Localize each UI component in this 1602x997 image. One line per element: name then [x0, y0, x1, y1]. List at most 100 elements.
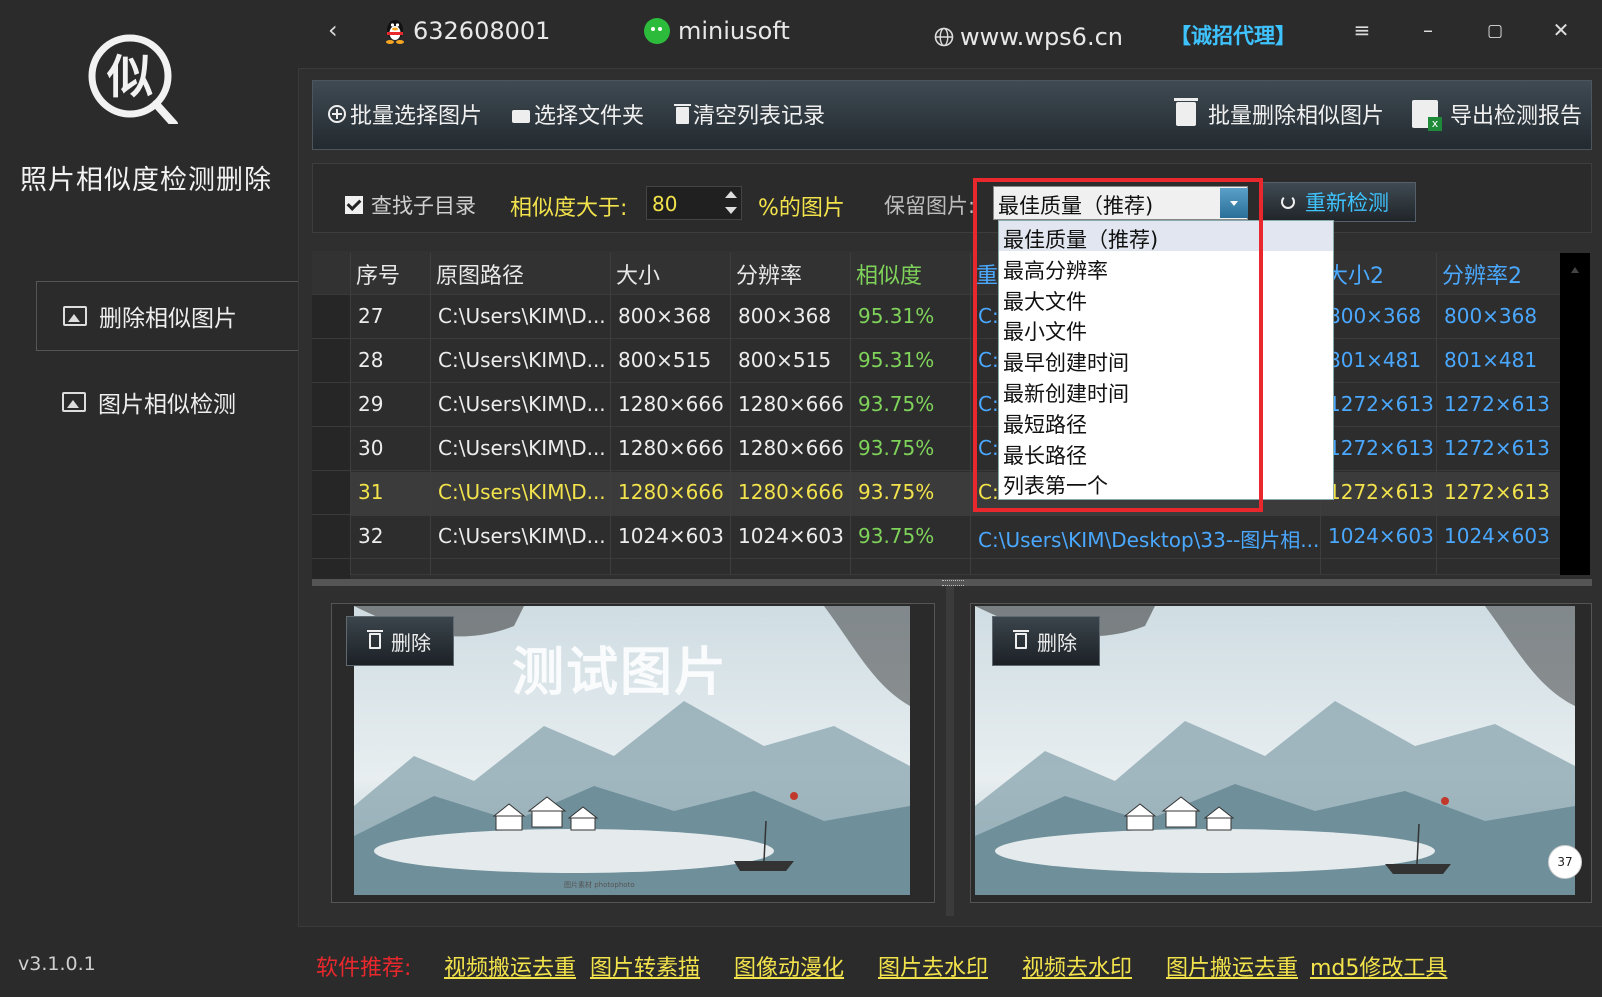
batch-select-images-button[interactable]: 批量选择图片	[328, 98, 482, 130]
cell-resolution2: 1024×603	[1444, 524, 1550, 548]
link-video-dedupe[interactable]: 视频搬运去重	[444, 950, 576, 982]
cell-resolution2: 1272×613	[1444, 480, 1550, 504]
recommend-label: 软件推荐:	[316, 956, 412, 981]
clear-list-button[interactable]: 清空列表记录	[674, 98, 826, 130]
recheck-button[interactable]: 重新检测	[1262, 182, 1416, 222]
cell-index: 28	[358, 348, 384, 372]
wechat-contact[interactable]: miniusoft	[644, 17, 790, 45]
col-divider	[430, 253, 431, 575]
cell-size: 1280×666	[618, 436, 724, 460]
similarity-value[interactable]: 80	[652, 192, 677, 216]
version-label: v3.1.0.1	[18, 953, 96, 975]
scroll-up-icon[interactable]	[1565, 262, 1585, 282]
zoom-badge[interactable]: 37	[1548, 845, 1582, 879]
col-header-resolution[interactable]: 分辨率	[736, 258, 802, 290]
link-image-dedupe[interactable]: 图片搬运去重	[1166, 950, 1298, 982]
website-url: www.wps6.cn	[960, 23, 1123, 51]
row-header[interactable]	[312, 339, 350, 383]
qq-number: 632608001	[413, 17, 551, 45]
sidebar-item-similarity-check[interactable]: 图片相似检测	[36, 367, 298, 437]
recheck-label: 重新检测	[1305, 191, 1389, 215]
minimize-icon[interactable]: –	[1416, 18, 1440, 42]
col-header-similarity[interactable]: 相似度	[856, 258, 922, 290]
toolbar	[312, 80, 1592, 150]
qq-penguin-icon	[386, 20, 404, 44]
row-header[interactable]	[312, 471, 350, 515]
col-divider	[850, 253, 851, 575]
row-header[interactable]	[312, 383, 350, 427]
col-header-resolution2[interactable]: 分辨率2	[1442, 258, 1522, 290]
row-divider	[312, 294, 1560, 295]
export-report-label: 导出检测报告	[1450, 104, 1583, 129]
col-divider	[970, 253, 971, 575]
link-image-watermark[interactable]: 图片去水印	[878, 950, 988, 982]
website-link[interactable]: www.wps6.cn	[934, 23, 1123, 51]
clear-list-label: 清空列表记录	[693, 104, 826, 129]
delete-label: 删除	[1037, 630, 1077, 655]
delete-original-button[interactable]: 删除	[346, 616, 454, 666]
similarity-label: 相似度大于:	[510, 196, 628, 221]
row-header[interactable]	[312, 515, 350, 559]
col-header-path[interactable]: 原图路径	[436, 258, 524, 290]
image-icon	[62, 392, 86, 412]
agent-recruit-link[interactable]: 【诚招代理】	[1170, 20, 1296, 50]
cell-size: 800×515	[618, 348, 712, 372]
cell-path: C:\Users\KIM\D...	[438, 348, 606, 372]
cell-index: 32	[358, 524, 384, 548]
sidebar-item-label: 图片相似检测	[98, 392, 236, 418]
logo-glyph: 似	[106, 50, 153, 104]
cell-size: 1280×666	[618, 480, 724, 504]
row-header[interactable]	[312, 427, 350, 471]
qq-contact[interactable]: 632608001	[383, 17, 550, 45]
cell-path: C:\Users\KIM\D...	[438, 480, 606, 504]
stepper-up-icon[interactable]	[725, 190, 737, 198]
cell-dup-path: C:\Users\KIM\Desktop\33--图片相...	[978, 528, 1320, 552]
maximize-icon[interactable]: ▢	[1483, 21, 1507, 41]
cell-resolution: 1024×603	[738, 524, 844, 548]
cell-path: C:\Users\KIM\D...	[438, 392, 606, 416]
cell-resolution: 1280×666	[738, 436, 844, 460]
vertical-splitter[interactable]	[946, 586, 954, 916]
select-folder-button[interactable]: 选择文件夹	[512, 98, 644, 130]
globe-icon	[934, 27, 954, 47]
cell-resolution: 800×368	[738, 304, 832, 328]
search-subdir-checkbox[interactable]: 查找子目录	[345, 190, 476, 220]
excel-report-icon	[1412, 100, 1442, 131]
batch-delete-label: 批量删除相似图片	[1208, 104, 1385, 129]
cell-resolution2: 801×481	[1444, 348, 1538, 372]
app-title: 照片相似度检测删除	[20, 165, 272, 196]
link-image-anime[interactable]: 图像动漫化	[734, 950, 844, 982]
col-divider	[1436, 253, 1437, 575]
link-md5-tool[interactable]: md5修改工具	[1310, 950, 1447, 982]
row-divider	[312, 382, 1560, 383]
menu-icon[interactable]: ≡	[1350, 18, 1374, 42]
row-header[interactable]	[312, 295, 350, 339]
cell-index: 30	[358, 436, 384, 460]
row-header[interactable]	[312, 559, 350, 579]
table-scroll-area[interactable]	[1560, 253, 1590, 575]
row-divider	[312, 558, 1560, 559]
close-icon[interactable]: ✕	[1549, 18, 1573, 42]
cell-size2: 1272×613	[1328, 392, 1434, 416]
back-arrow-icon[interactable]: ‹	[328, 16, 338, 44]
col-header-size[interactable]: 大小	[616, 258, 660, 290]
row-divider	[312, 426, 1560, 427]
image-icon	[63, 306, 87, 326]
search-subdir-label: 查找子目录	[371, 194, 476, 218]
link-video-watermark[interactable]: 视频去水印	[1022, 950, 1132, 982]
sidebar-item-label: 删除相似图片	[99, 306, 237, 332]
export-report-button[interactable]: 导出检测报告	[1412, 98, 1583, 131]
batch-delete-similar-button[interactable]: 批量删除相似图片	[1174, 98, 1385, 130]
stepper-down-icon[interactable]	[725, 206, 737, 214]
stepper-arrows[interactable]	[722, 186, 740, 218]
col-divider	[350, 253, 351, 575]
delete-duplicate-button[interactable]: 删除	[992, 616, 1100, 666]
col-header-index[interactable]: 序号	[356, 258, 400, 290]
app-logo-icon: 似	[88, 34, 178, 124]
sidebar-item-delete-similar[interactable]: 删除相似图片	[36, 281, 298, 351]
col-header-size2[interactable]: 大小2	[1326, 258, 1384, 290]
cell-path: C:\Users\KIM\D...	[438, 524, 606, 548]
link-photo-sketch[interactable]: 图片转素描	[590, 950, 700, 982]
folder-icon	[512, 109, 530, 123]
cell-size2: 800×368	[1328, 304, 1422, 328]
